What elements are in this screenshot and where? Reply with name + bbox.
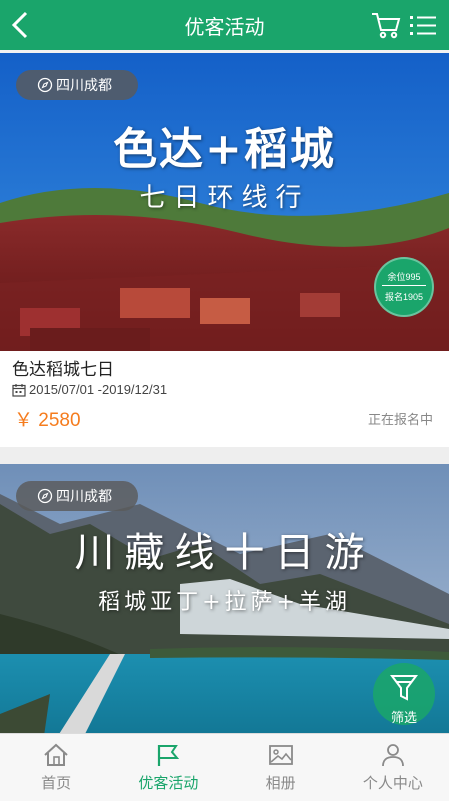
location-tag: 四川成都: [16, 70, 138, 100]
date-range: 2015/07/01 -2019/12/31: [29, 382, 168, 397]
location-label: 四川成都: [56, 488, 112, 504]
filter-button[interactable]: 筛选: [373, 663, 435, 725]
badge-divider: [382, 285, 426, 286]
tab-label: 首页: [41, 775, 72, 792]
activity-price: ￥ 2580: [14, 410, 81, 431]
banner-title: 川藏线十日游: [74, 530, 375, 576]
banner-title: 色达+稻城: [113, 124, 336, 175]
location-tag: 四川成都: [16, 481, 138, 511]
activity-card[interactable]: 色达+稻城 七日环线行 四川成都 余位995 报名1905 色达稻城七日 201…: [0, 53, 449, 447]
calendar-icon: [12, 383, 26, 397]
chevron-left-icon[interactable]: [6, 10, 36, 40]
flag-icon: [158, 745, 180, 766]
cart-icon[interactable]: [370, 10, 402, 40]
list-menu-icon[interactable]: [408, 12, 438, 40]
banner-subtitle: 稻城亚丁+拉萨+羊湖: [98, 590, 351, 615]
activity-banner-image: 色达+稻城 七日环线行 四川成都 余位995 报名1905: [0, 53, 449, 351]
top-bar: 优客活动: [0, 0, 449, 50]
tab-label: 个人中心: [362, 775, 423, 792]
home-icon: [44, 743, 68, 766]
filter-label: 筛选: [390, 710, 417, 725]
tab-label: 相册: [265, 775, 296, 792]
location-label: 四川成都: [56, 77, 112, 93]
activity-date: 2015/07/01 -2019/12/31: [12, 382, 167, 397]
person-icon: [381, 744, 404, 767]
bottom-tab-bar: 首页 优客活动 相册 个人中心: [0, 733, 449, 801]
tab-album[interactable]: 相册: [225, 734, 337, 801]
activity-name: 色达稻城七日: [12, 360, 114, 379]
tab-profile[interactable]: 个人中心: [337, 734, 449, 801]
banner-subtitle: 七日环线行: [139, 183, 310, 213]
signed-up-count: 报名1905: [384, 292, 424, 302]
funnel-icon: [390, 675, 418, 701]
page-title: 优客活动: [184, 16, 265, 39]
tab-label: 优客活动: [138, 775, 199, 792]
quota-badge: 余位995 报名1905: [374, 257, 434, 317]
seats-left: 余位995: [387, 272, 421, 282]
tab-home[interactable]: 首页: [0, 734, 112, 801]
compass-icon: [37, 77, 53, 93]
compass-icon: [37, 488, 53, 504]
picture-icon: [268, 745, 293, 765]
tab-activities[interactable]: 优客活动: [112, 734, 224, 801]
activity-status: 正在报名中: [367, 412, 433, 427]
activity-list[interactable]: 色达+稻城 七日环线行 四川成都 余位995 报名1905 色达稻城七日 201…: [0, 53, 449, 733]
